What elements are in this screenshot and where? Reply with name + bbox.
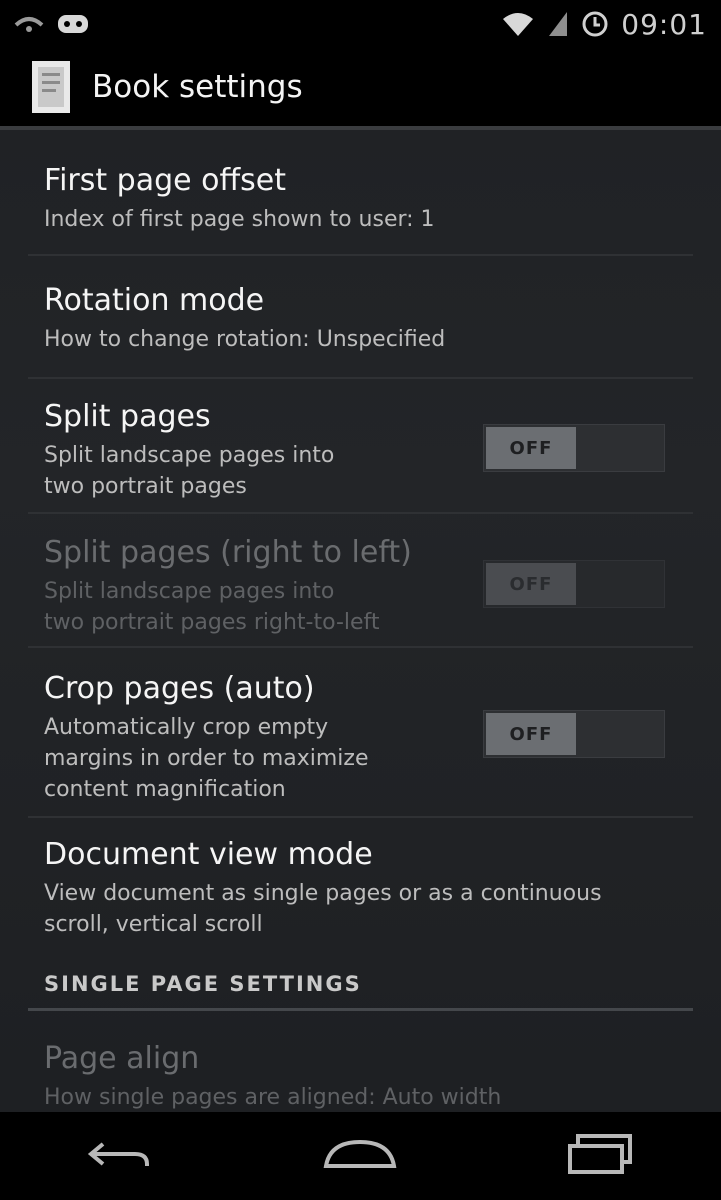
- divider: [28, 512, 693, 514]
- crop-pages-switch[interactable]: OFF: [483, 710, 665, 758]
- pref-summary: View document as single pages or as a co…: [44, 881, 602, 937]
- status-left: [14, 11, 90, 37]
- switch-thumb: OFF: [486, 563, 576, 605]
- settings-list[interactable]: First page offset Index of first page sh…: [0, 134, 721, 1112]
- split-pages-switch[interactable]: OFF: [483, 424, 665, 472]
- game-controller-icon: [56, 11, 90, 37]
- page-title: Book settings: [92, 69, 303, 105]
- category-divider: [28, 1008, 693, 1011]
- split-pages-rtl-switch: OFF: [483, 560, 665, 608]
- pref-summary: Split landscape pages into two portrait …: [44, 443, 335, 499]
- screen: 09:01 Book settings First page offset In…: [0, 0, 721, 1200]
- pref-title: First page offset: [44, 163, 287, 198]
- cell-signal-icon: [547, 10, 569, 38]
- switch-thumb: OFF: [486, 713, 576, 755]
- pref-first-page-offset[interactable]: First page offset Index of first page sh…: [28, 162, 693, 235]
- recents-icon: [564, 1132, 638, 1180]
- pref-page-align: Page align How single pages are aligned:…: [28, 1040, 693, 1112]
- pref-summary: How single pages are aligned: Auto width: [44, 1085, 502, 1110]
- pref-title: Page align: [44, 1041, 200, 1076]
- battery-icon: [581, 10, 609, 38]
- back-icon: [85, 1134, 155, 1178]
- recents-button[interactable]: [541, 1121, 661, 1191]
- pref-title: Document view mode: [44, 837, 373, 872]
- divider: [28, 254, 693, 256]
- action-bar: Book settings: [0, 48, 721, 130]
- pref-title: Rotation mode: [44, 283, 265, 318]
- clock: 09:01: [621, 7, 707, 41]
- pref-title: Crop pages (auto): [44, 671, 315, 706]
- divider: [28, 646, 693, 648]
- pref-rotation-mode[interactable]: Rotation mode How to change rotation: Un…: [28, 282, 693, 355]
- switch-thumb: OFF: [486, 427, 576, 469]
- signal-notification-icon: [14, 11, 44, 37]
- divider: [28, 377, 693, 379]
- navigation-bar: [0, 1112, 721, 1200]
- status-right: 09:01: [501, 8, 707, 41]
- pref-document-view-mode[interactable]: Document view mode View document as sing…: [28, 836, 693, 940]
- home-button[interactable]: [300, 1121, 420, 1191]
- back-button[interactable]: [60, 1121, 180, 1191]
- pref-summary: Split landscape pages into two portrait …: [44, 579, 380, 635]
- wifi-icon: [501, 10, 535, 38]
- app-book-icon[interactable]: [30, 59, 72, 115]
- category-header: SINGLE PAGE SETTINGS: [44, 972, 362, 996]
- home-icon: [320, 1134, 400, 1178]
- status-bar: 09:01: [0, 0, 721, 48]
- pref-summary: Index of first page shown to user: 1: [44, 207, 435, 232]
- divider: [28, 816, 693, 818]
- pref-summary: How to change rotation: Unspecified: [44, 327, 446, 352]
- pref-summary: Automatically crop empty margins in orde…: [44, 715, 369, 802]
